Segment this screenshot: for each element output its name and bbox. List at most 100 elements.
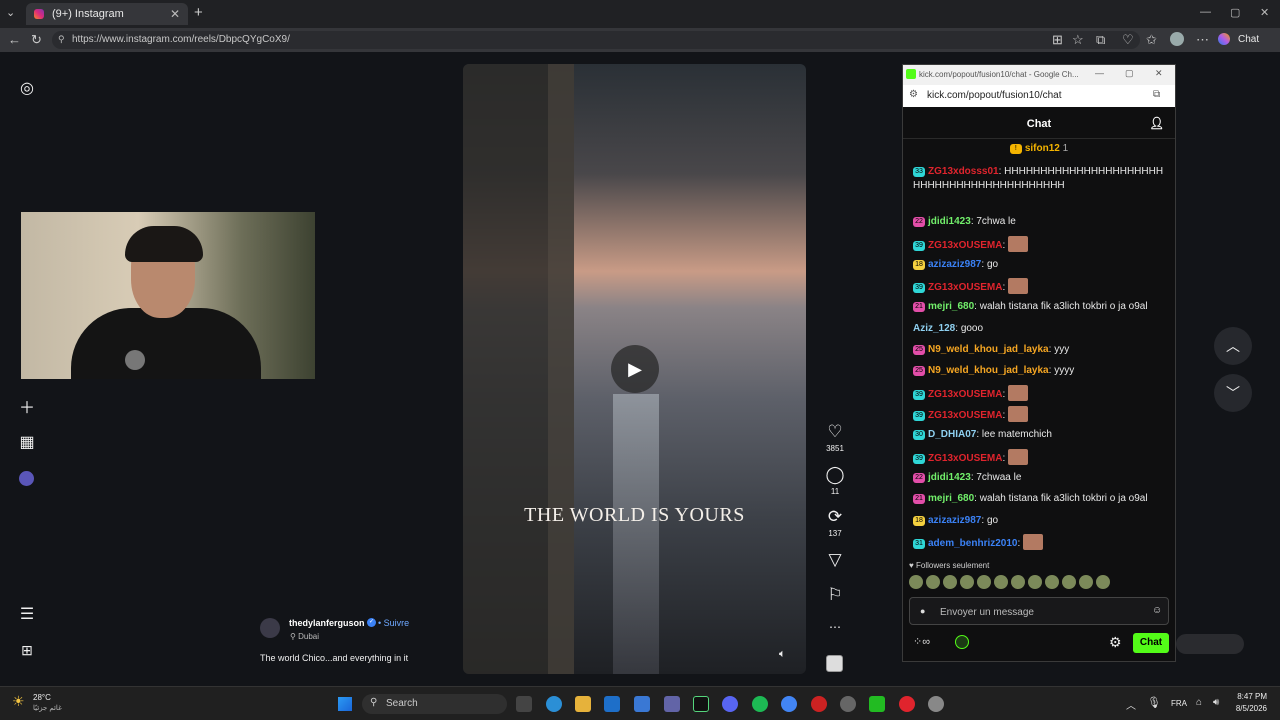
volume-icon[interactable]: 🔈︎	[779, 648, 786, 661]
like-action[interactable]: ♡ 3851	[820, 422, 850, 453]
emoji-picker-icon[interactable]: ☺	[1152, 605, 1162, 616]
task-view-icon[interactable]	[516, 696, 532, 712]
previous-reel-button[interactable]: ︿	[1214, 327, 1252, 365]
speaker-icon[interactable]: 🔊︎	[1213, 697, 1219, 708]
nvidia-icon[interactable]	[869, 696, 885, 712]
emote-quick-bar[interactable]	[909, 575, 1169, 591]
chat-username[interactable]: mejri_680	[928, 493, 974, 504]
favorite-star-icon[interactable]: ☆	[1072, 32, 1084, 48]
browser-essentials-icon[interactable]: ♡	[1122, 32, 1134, 48]
extensions-icon[interactable]: ⧉	[1096, 32, 1105, 48]
windows-start-icon[interactable]	[338, 697, 352, 711]
app-available-icon[interactable]: ⊞	[1052, 32, 1063, 48]
pinned-gifter[interactable]: ! sifon12 1	[903, 143, 1175, 161]
create-icon[interactable]: ＋	[18, 394, 36, 417]
emote-icon[interactable]	[994, 575, 1008, 589]
edge-icon[interactable]	[546, 696, 562, 712]
emote-icon[interactable]	[1062, 575, 1076, 589]
site-info-icon[interactable]: ⚲	[58, 34, 65, 45]
app-a-icon[interactable]	[693, 696, 709, 712]
instagram-logo-icon[interactable]: ◎	[18, 78, 36, 97]
heart-icon[interactable]: ♡	[820, 422, 850, 442]
discord-icon[interactable]	[722, 696, 738, 712]
chat-username[interactable]: jdidi1423	[928, 472, 971, 483]
microphone-icon[interactable]: 🎙︎	[1147, 696, 1161, 709]
minimize-icon[interactable]: —	[1200, 6, 1211, 18]
author-username[interactable]: thedylanferguson	[289, 618, 365, 628]
chat-username[interactable]: ZG13xOUSEMA	[928, 453, 1002, 464]
dashboard-icon[interactable]: ▦	[18, 432, 36, 451]
repost-action[interactable]: ⟳ 137	[820, 507, 850, 538]
kick-points-icon[interactable]	[955, 635, 969, 649]
favorites-icon[interactable]: ✩	[1146, 32, 1157, 48]
author-avatar[interactable]	[260, 618, 280, 638]
maximize-icon[interactable]: ▢	[1230, 6, 1240, 19]
chat-commands-icon[interactable]: ⁘∞	[913, 635, 930, 648]
extension-avatars-strip[interactable]	[1176, 634, 1244, 654]
chat-username[interactable]: ZG13xOUSEMA	[928, 410, 1002, 421]
network-icon[interactable]: ⌂	[1196, 697, 1202, 708]
teams-icon[interactable]	[664, 696, 680, 712]
repost-icon[interactable]: ⟳	[820, 507, 850, 527]
popout-close-icon[interactable]: ✕	[1155, 68, 1163, 79]
emote-icon[interactable]	[1079, 575, 1093, 589]
save-action[interactable]: ⚐	[820, 585, 850, 605]
chat-username[interactable]: adem_benhriz2010	[928, 538, 1018, 549]
close-tab-icon[interactable]: ✕	[170, 7, 180, 21]
translate-icon[interactable]: ⧉	[1153, 89, 1160, 100]
taskbar-search-box[interactable]: ⚲ Search	[362, 694, 507, 714]
chat-username[interactable]: Aziz_128	[913, 323, 955, 334]
opera-icon[interactable]	[899, 696, 915, 712]
clock-date[interactable]: 8/5/2026	[1231, 704, 1267, 713]
comment-action[interactable]: ◯ 11	[820, 465, 850, 496]
back-icon[interactable]: ←	[8, 32, 21, 47]
reel-video[interactable]: ▶ THE WORLD IS YOURS 🔈︎	[463, 64, 806, 674]
weather-temp[interactable]: 28°C	[33, 693, 51, 702]
copilot-chat-label[interactable]: Chat	[1238, 34, 1259, 45]
chrome-icon[interactable]	[781, 696, 797, 712]
site-settings-icon[interactable]: ⚙	[909, 89, 918, 100]
share-icon[interactable]: ▽	[820, 550, 850, 570]
chat-settings-gear-icon[interactable]: ⚙	[1109, 634, 1122, 651]
tab-list-chevron-icon[interactable]: ⌄	[6, 6, 15, 19]
profile-avatar-icon[interactable]	[19, 471, 34, 486]
new-tab-button[interactable]: +	[194, 4, 203, 21]
clock-time[interactable]: 8:47 PM	[1233, 692, 1267, 701]
more-hamburger-icon[interactable]: ☰	[18, 604, 36, 623]
copilot-icon[interactable]	[1218, 33, 1230, 45]
audio-thumbnail[interactable]	[826, 655, 843, 672]
store-icon[interactable]	[634, 696, 650, 712]
more-menu-icon[interactable]: ⋯	[1196, 32, 1209, 48]
chat-username[interactable]: ZG13xdosss01	[928, 166, 999, 177]
app-red-icon[interactable]	[811, 696, 827, 712]
input-language[interactable]: FRA	[1171, 699, 1187, 708]
popout-minimize-icon[interactable]: —	[1095, 68, 1104, 78]
tab-instagram[interactable]: (9+) Instagram ✕	[26, 3, 188, 25]
chat-username[interactable]: N9_weld_khou_jad_layka	[928, 365, 1049, 376]
chat-username[interactable]: azizaziz987	[928, 515, 981, 526]
popout-url-bar[interactable]: ⚙ kick.com/popout/fusion10/chat ⧉	[903, 85, 1175, 107]
file-explorer-icon[interactable]	[575, 696, 591, 712]
emote-icon[interactable]	[960, 575, 974, 589]
more-options-icon[interactable]: ⋯	[820, 620, 850, 634]
emote-icon[interactable]	[1011, 575, 1025, 589]
emote-icon[interactable]	[977, 575, 991, 589]
app-circle-icon[interactable]	[840, 696, 856, 712]
chat-username[interactable]: ZG13xOUSEMA	[928, 389, 1002, 400]
send-chat-button[interactable]: Chat	[1133, 633, 1169, 653]
reload-icon[interactable]: ↻	[31, 32, 42, 48]
emote-icon[interactable]	[909, 575, 923, 589]
settings-icon[interactable]	[928, 696, 944, 712]
spotify-icon[interactable]	[752, 696, 768, 712]
chat-username[interactable]: N9_weld_khou_jad_layka	[928, 344, 1049, 355]
emote-icon[interactable]	[943, 575, 957, 589]
location-row[interactable]: ⚲ Dubai	[290, 632, 319, 641]
address-bar[interactable]: https://www.instagram.com/reels/DbpcQYgC…	[52, 31, 1140, 49]
play-button[interactable]: ▶	[611, 345, 659, 393]
popout-maximize-icon[interactable]: ▢	[1125, 68, 1134, 79]
emote-icon[interactable]	[1096, 575, 1110, 589]
user-list-icon[interactable]: 👤︎	[1149, 116, 1164, 130]
chat-username[interactable]: azizaziz987	[928, 259, 981, 270]
share-action[interactable]: ▽	[820, 550, 850, 570]
chat-username[interactable]: mejri_680	[928, 301, 974, 312]
